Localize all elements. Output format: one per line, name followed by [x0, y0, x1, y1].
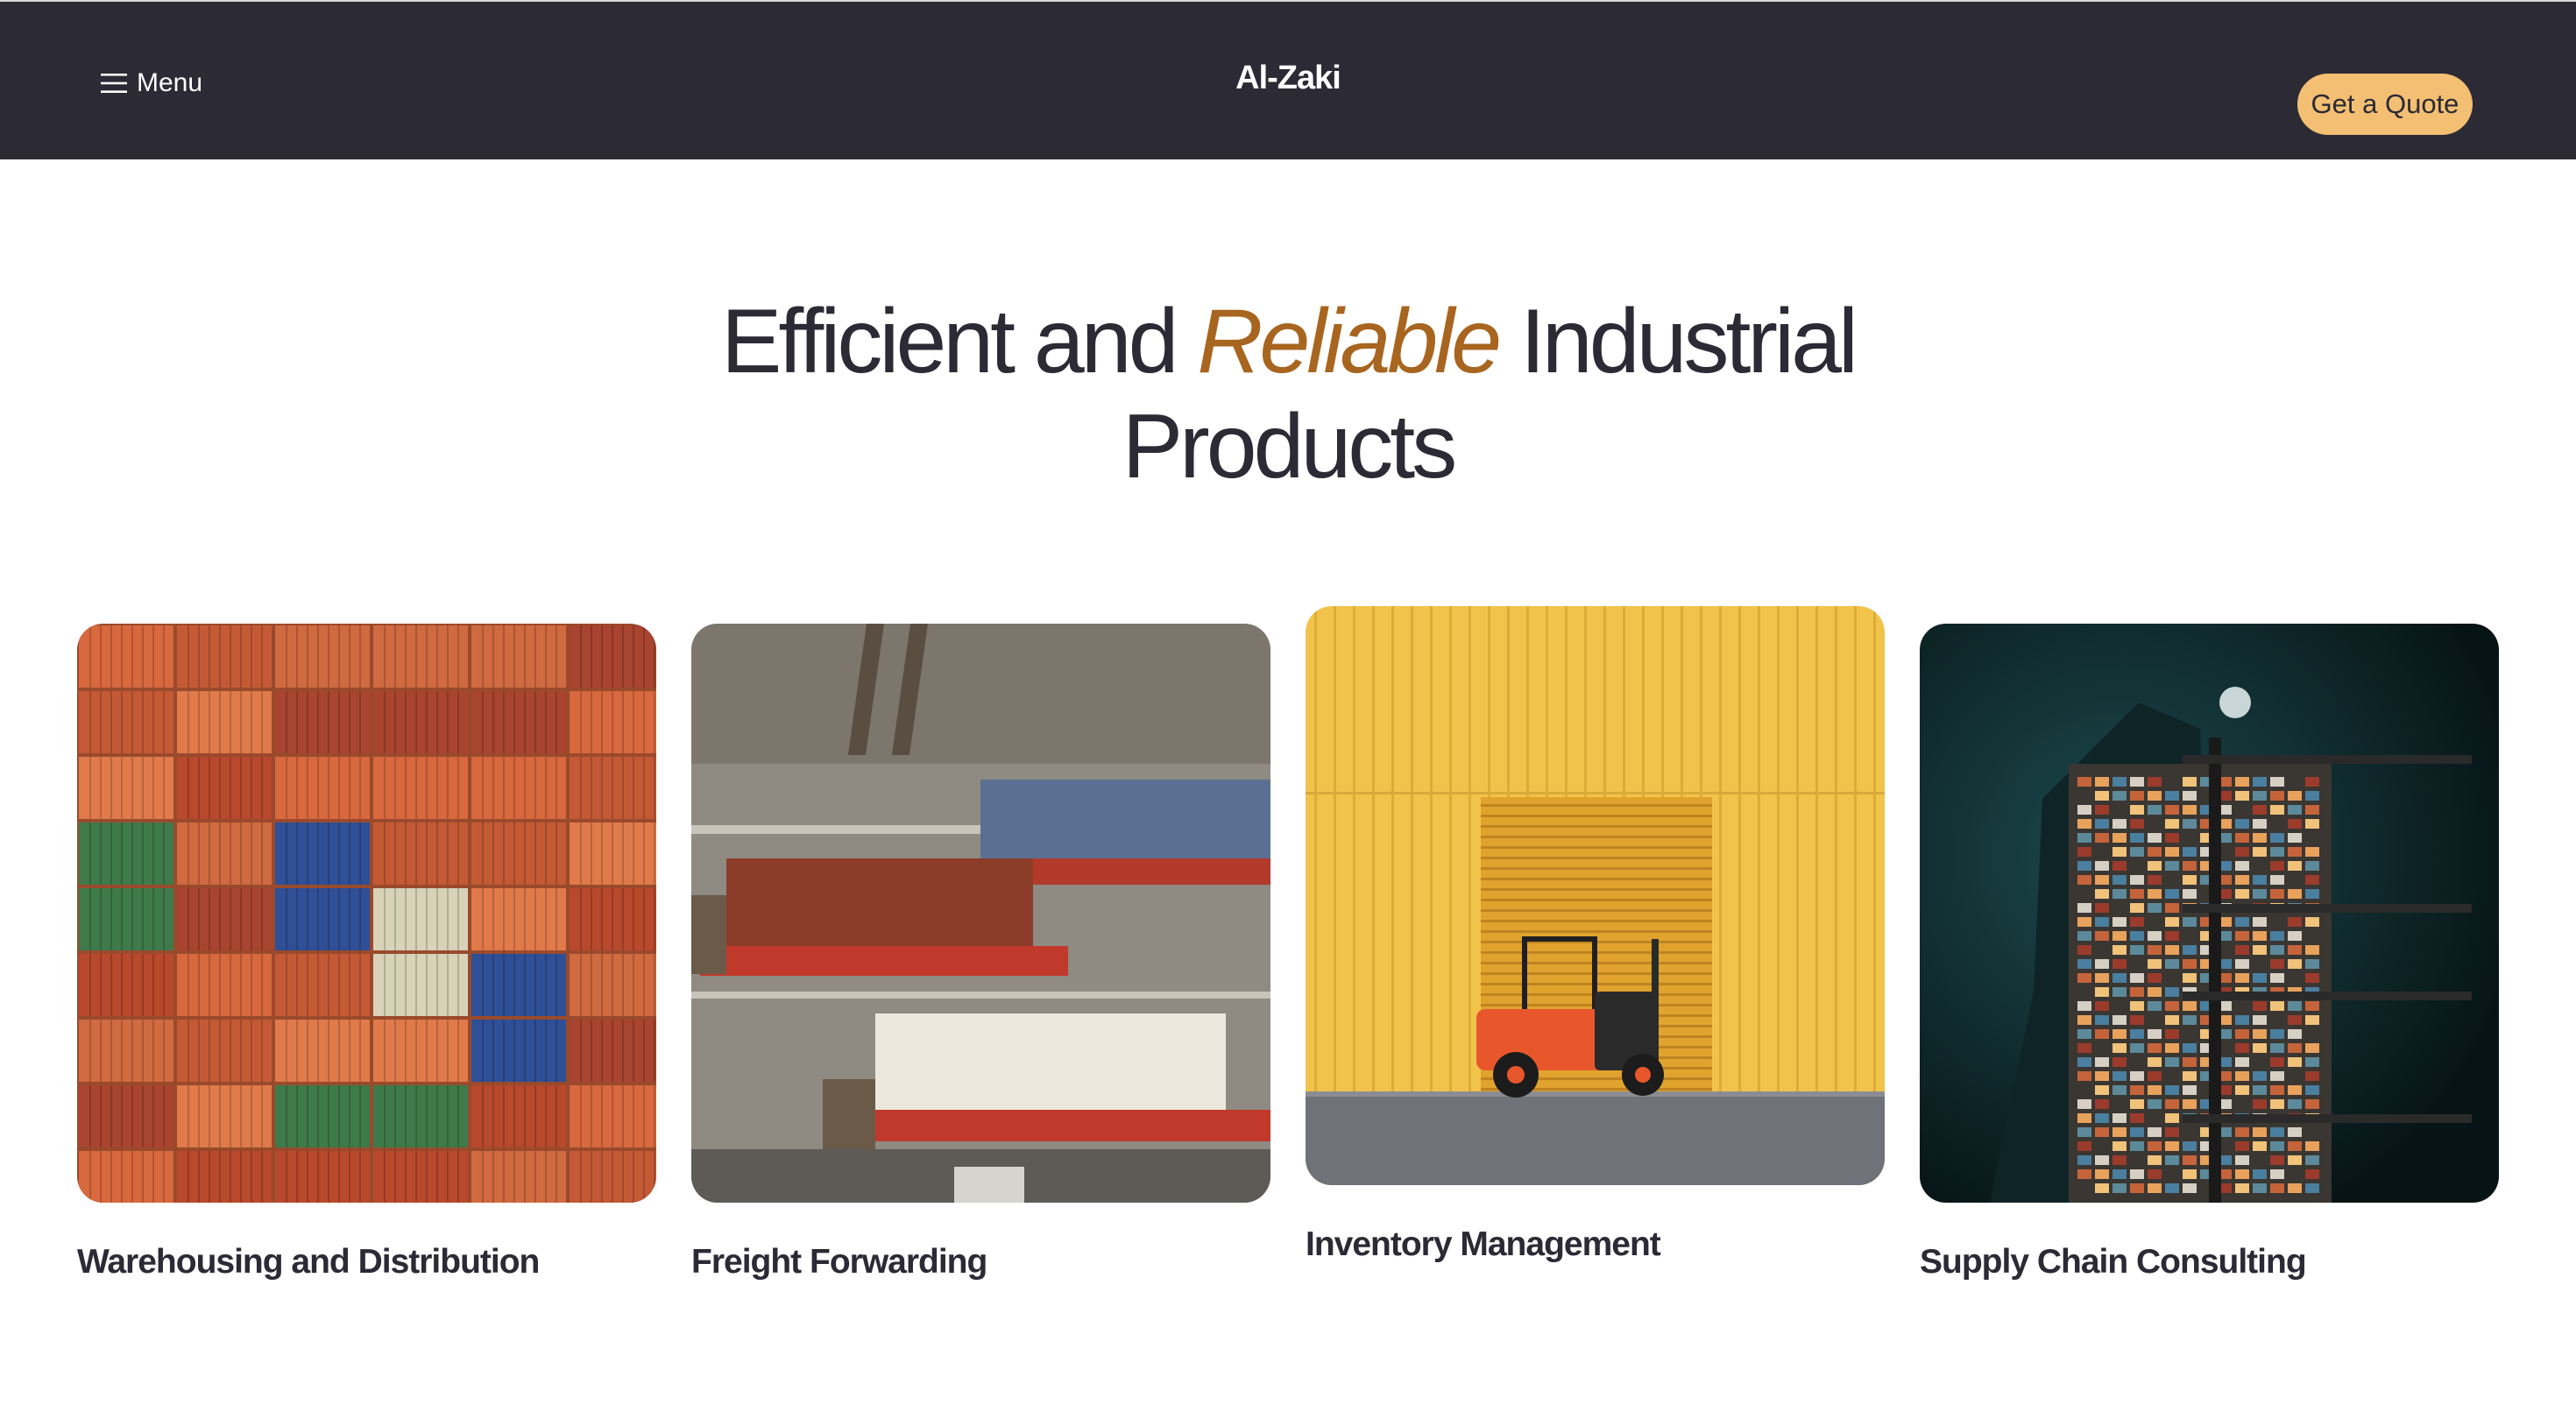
hamburger-icon [101, 74, 127, 93]
hero-title: Efficient and Reliable Industrial Produc… [0, 289, 2576, 499]
hero-title-part1: Efficient and [720, 291, 1178, 392]
brand-logo-text[interactable]: Al-Zaki [1235, 60, 1341, 96]
service-card-freight-forwarding[interactable]: Freight Forwarding [691, 624, 1270, 1281]
service-label-freight-forwarding: Freight Forwarding [691, 1243, 987, 1281]
hero-title-part2: Industrial [1520, 291, 1858, 392]
get-a-quote-button[interactable]: Get a Quote [2297, 74, 2473, 135]
menu-button[interactable]: Menu [100, 67, 202, 100]
cargo-port-aerial-image [1920, 624, 2499, 1203]
service-label-inventory-management: Inventory Management [1306, 1225, 1661, 1263]
service-card-inventory-management[interactable]: Inventory Management [1306, 606, 1885, 1264]
hero-title-accent: Reliable [1197, 291, 1502, 392]
service-card-warehousing[interactable]: Warehousing and Distribution [77, 624, 656, 1281]
menu-label: Menu [137, 68, 203, 97]
service-card-supply-chain-consulting[interactable]: Supply Chain Consulting [1920, 624, 2499, 1281]
top-navbar: Menu Al-Zaki Get a Quote [0, 0, 2576, 159]
forklift-warehouse-image [1306, 606, 1885, 1185]
stacked-containers-image [77, 624, 656, 1203]
service-label-warehousing: Warehousing and Distribution [77, 1243, 540, 1281]
service-label-supply-chain-consulting: Supply Chain Consulting [1920, 1243, 2307, 1281]
hero-title-line2: Products [1122, 396, 1457, 498]
container-trucks-image [691, 624, 1270, 1203]
